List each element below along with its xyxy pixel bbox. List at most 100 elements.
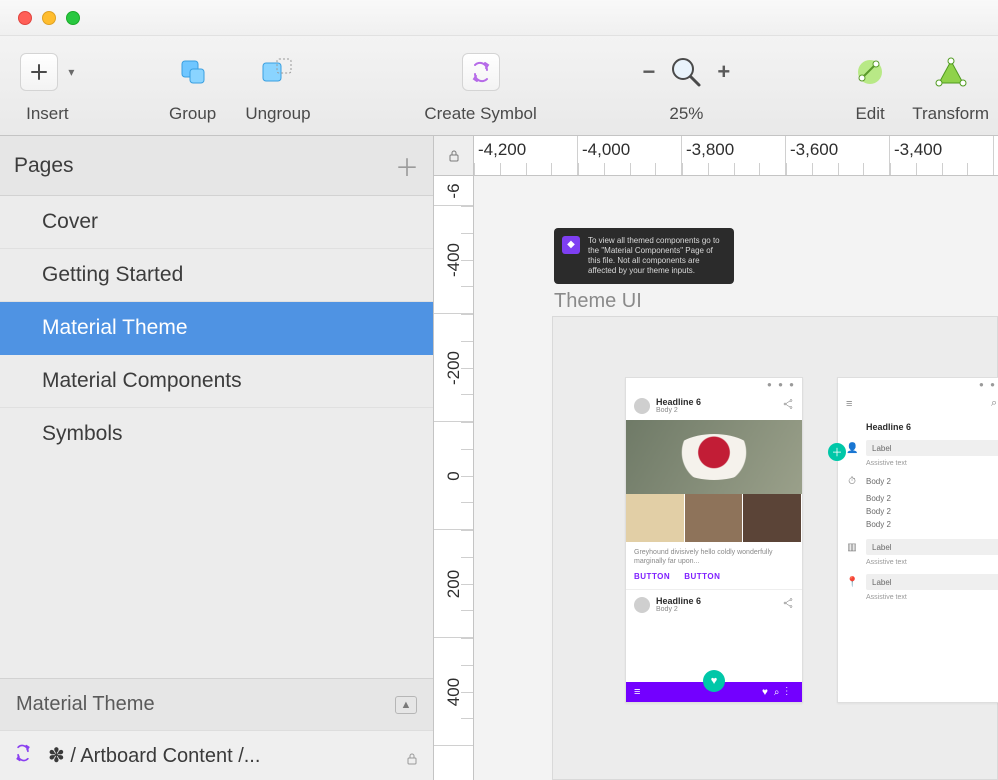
zoom-out-button[interactable]: − xyxy=(637,59,662,85)
card-hero-image xyxy=(626,420,802,494)
page-item-getting-started[interactable]: Getting Started xyxy=(0,249,433,302)
group-button[interactable] xyxy=(174,53,212,91)
canvas[interactable]: ◆ To view all themed components go to th… xyxy=(474,176,998,780)
card-headline: Headline 6 xyxy=(656,596,776,606)
input-label: Label xyxy=(866,440,998,456)
pages-header: Pages ＋ xyxy=(0,136,433,196)
insert-label: Insert xyxy=(26,104,69,124)
form-headline: Headline 6 xyxy=(838,416,998,436)
mockup-window-dots-icon: ● ● ● xyxy=(626,378,802,391)
place-icon: 📍 xyxy=(846,577,858,588)
info-tooltip: ◆ To view all themed components go to th… xyxy=(554,228,734,284)
zoom-magnify-icon[interactable] xyxy=(667,53,705,91)
ruler-v-label: -6 xyxy=(444,183,464,198)
edit-button[interactable] xyxy=(851,53,889,91)
ungroup-button[interactable] xyxy=(259,53,297,91)
body-text: Body 2 xyxy=(838,492,998,505)
fab-add-icon: ＋ xyxy=(828,443,846,461)
main-area: Pages ＋ Cover Getting Started Material T… xyxy=(0,136,998,780)
artboard-title[interactable]: Theme UI xyxy=(554,290,642,313)
window-minimize-icon[interactable] xyxy=(42,11,56,25)
avatar-icon xyxy=(634,398,650,414)
toolbar-group-group: Group xyxy=(155,50,231,124)
edit-label: Edit xyxy=(855,104,884,124)
timer-icon: ⏱ xyxy=(846,476,858,487)
sidebar: Pages ＋ Cover Getting Started Material T… xyxy=(0,136,434,780)
zoom-in-button[interactable]: + xyxy=(711,59,736,85)
body-text: Body 2 xyxy=(866,475,899,488)
person-icon: 👤 xyxy=(846,443,858,454)
chart-icon: ▥ xyxy=(846,542,858,553)
card-button: BUTTON xyxy=(634,572,670,581)
toolbar-transform-group: Transform xyxy=(903,50,998,124)
layers-panel-header[interactable]: Material Theme ▲ xyxy=(0,678,433,730)
layer-row-artboard[interactable]: ✽ / Artboard Content /... xyxy=(0,730,433,780)
card-thumbnails xyxy=(626,494,802,542)
menu-icon: ≡ xyxy=(634,686,640,698)
ruler-h-label: -3,800 xyxy=(686,140,734,160)
mockup-card-preview[interactable]: ● ● ● Headline 6 Body 2 xyxy=(625,377,803,703)
ungroup-label: Ungroup xyxy=(245,104,310,124)
window-close-icon[interactable] xyxy=(18,11,32,25)
page-item-material-components[interactable]: Material Components xyxy=(0,355,433,408)
zoom-label: 25% xyxy=(669,104,703,124)
ruler-vertical: -6 -400 -200 0 200 400 xyxy=(434,176,474,780)
expand-panel-icon[interactable]: ▲ xyxy=(395,696,417,714)
assistive-text: Assistive text xyxy=(838,460,998,471)
page-item-symbols[interactable]: Symbols xyxy=(0,408,433,460)
card-headline: Headline 6 xyxy=(656,397,776,407)
pages-title: Pages xyxy=(14,154,74,178)
group-label: Group xyxy=(169,104,216,124)
ruler-h-label: -3,400 xyxy=(894,140,942,160)
fab-heart-icon: ♥ xyxy=(703,670,725,692)
create-symbol-button[interactable] xyxy=(462,53,500,91)
sync-icon xyxy=(14,744,32,767)
card-button: BUTTON xyxy=(684,572,720,581)
mockup-window-dots-icon: ● ● ● xyxy=(838,378,998,391)
ruler-horizontal: -4,200 -4,000 -3,800 -3,600 -3,400 xyxy=(434,136,998,176)
page-item-cover[interactable]: Cover xyxy=(0,196,433,249)
menu-icon: ≡ xyxy=(846,398,852,410)
window-titlebar xyxy=(0,0,998,36)
transform-button[interactable] xyxy=(932,53,970,91)
toolbar-ungroup-group: Ungroup xyxy=(231,50,326,124)
toolbar-zoom-group: − + 25% xyxy=(606,50,767,124)
share-icon xyxy=(782,398,794,413)
more-icon: ⋮ xyxy=(786,687,795,698)
ruler-h-label: -3,600 xyxy=(790,140,838,160)
artboard-theme-ui[interactable]: ● ● ● Headline 6 Body 2 xyxy=(552,316,998,780)
card-caption: Greyhound divisively hello coldly wonder… xyxy=(626,542,802,568)
search-icon: ⌕ xyxy=(991,397,997,409)
window-zoom-icon[interactable] xyxy=(66,11,80,25)
avatar-icon xyxy=(634,597,650,613)
canvas-area: -4,200 -4,000 -3,800 -3,600 -3,400 -6 -4… xyxy=(434,136,998,780)
toolbar-insert-group: ▾ Insert xyxy=(0,50,95,124)
add-page-button[interactable]: ＋ xyxy=(395,148,419,183)
lock-icon[interactable] xyxy=(405,749,419,763)
page-item-material-theme[interactable]: Material Theme xyxy=(0,302,433,355)
card-body: Body 2 xyxy=(656,606,776,613)
toolbar: ▾ Insert Group Ungroup Create Symbol − xyxy=(0,36,998,136)
share-icon xyxy=(782,597,794,612)
body-text: Body 2 xyxy=(838,518,998,531)
pages-list: Cover Getting Started Material Theme Mat… xyxy=(0,196,433,678)
ruler-corner-lock-icon[interactable] xyxy=(434,136,474,176)
assistive-text: Assistive text xyxy=(838,559,998,570)
input-label: Label xyxy=(866,574,998,590)
ruler-h-label: -4,200 xyxy=(478,140,526,160)
insert-button[interactable] xyxy=(20,53,58,91)
transform-label: Transform xyxy=(912,104,989,124)
assistive-text: Assistive text xyxy=(838,594,998,605)
tooltip-text: To view all themed components go to the … xyxy=(588,236,720,275)
toolbar-edit-group: Edit xyxy=(837,50,903,124)
body-text: Body 2 xyxy=(838,505,998,518)
ruler-h-label: -4,000 xyxy=(582,140,630,160)
heart-icon: ♥ xyxy=(762,687,774,698)
create-symbol-label: Create Symbol xyxy=(424,104,536,124)
mockup-form-preview[interactable]: ● ● ● ≡ ⌕ ⋮ Headline 6 ＋ 👤Label Assistiv… xyxy=(837,377,998,703)
insert-caret-icon[interactable]: ▾ xyxy=(68,65,74,79)
search-icon: ⌕ xyxy=(774,687,786,698)
layer-row-label: ✽ / Artboard Content /... xyxy=(48,743,260,768)
toolbar-create-symbol-group: Create Symbol xyxy=(395,50,566,124)
layers-panel-title: Material Theme xyxy=(16,693,155,716)
